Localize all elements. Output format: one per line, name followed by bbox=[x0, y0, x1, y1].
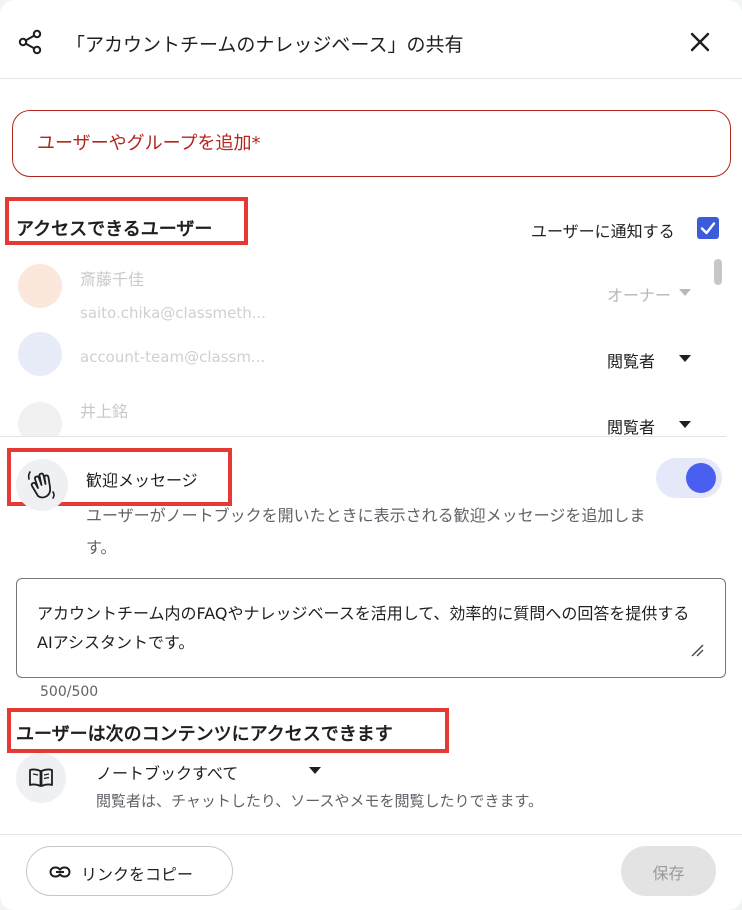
role-select-owner: オーナー bbox=[607, 286, 672, 305]
user-email: saito.chika@classmeth... bbox=[80, 304, 267, 322]
role-select-viewer[interactable]: 閲覧者 bbox=[607, 414, 655, 436]
add-users-field[interactable] bbox=[12, 110, 731, 177]
book-icon-container bbox=[16, 753, 66, 803]
resize-handle-icon[interactable] bbox=[690, 643, 704, 657]
welcome-message-textarea[interactable]: アカウントチーム内のFAQやナレッジベースを活用して、効率的に質問への回答を提供… bbox=[16, 578, 726, 678]
content-access-description: 閲覧者は、チャットしたり、ソースやメモを閲覧したりできます。 bbox=[96, 792, 544, 810]
scrollbar-thumb[interactable] bbox=[714, 259, 722, 285]
toggle-knob[interactable] bbox=[686, 463, 716, 493]
add-users-input[interactable] bbox=[37, 133, 730, 154]
avatar bbox=[18, 264, 62, 308]
notebook-scope-select[interactable]: ノートブックすべて bbox=[96, 760, 238, 784]
notify-users-checkbox[interactable] bbox=[697, 217, 719, 239]
character-counter: 500/500 bbox=[40, 684, 99, 700]
dialog-header: 「アカウントチームのナレッジベース」の共有 bbox=[0, 0, 742, 79]
welcome-message-description: ユーザーがノートブックを開いたときに表示される歓迎メッセージを追加します。 bbox=[86, 506, 646, 557]
user-name: 斎藤千佳 bbox=[80, 270, 145, 289]
chevron-down-icon bbox=[679, 289, 691, 296]
welcome-message-label: 歓迎メッセージ bbox=[86, 471, 198, 490]
user-list[interactable]: 斎藤千佳 saito.chika@classmeth... オーナー accou… bbox=[0, 252, 726, 437]
check-icon bbox=[700, 222, 716, 235]
avatar bbox=[18, 402, 62, 436]
copy-link-label: リンクをコピー bbox=[81, 865, 194, 884]
role-select-viewer[interactable]: 閲覧者 bbox=[607, 348, 655, 372]
link-icon bbox=[49, 866, 71, 878]
access-heading: アクセスできるユーザー bbox=[16, 219, 213, 240]
save-label: 保存 bbox=[652, 864, 685, 883]
avatar bbox=[18, 332, 62, 376]
dialog-title: 「アカウントチームのナレッジベース」の共有 bbox=[66, 34, 464, 56]
book-icon bbox=[29, 768, 53, 787]
close-icon[interactable] bbox=[686, 28, 714, 56]
share-icon bbox=[18, 29, 42, 55]
chevron-down-icon[interactable] bbox=[679, 421, 691, 428]
user-name: 井上銘 bbox=[80, 402, 129, 421]
notify-users-label: ユーザーに通知する bbox=[531, 222, 675, 241]
wave-icon-container bbox=[16, 459, 68, 511]
share-dialog: 「アカウントチームのナレッジベース」の共有 アクセスできるユーザー ユーザーに通… bbox=[0, 0, 742, 910]
footer-divider bbox=[0, 834, 742, 835]
copy-link-button[interactable]: リンクをコピー bbox=[26, 846, 233, 896]
save-button[interactable]: 保存 bbox=[621, 846, 716, 896]
chevron-down-icon[interactable] bbox=[309, 767, 321, 774]
user-email: account-team@classm... bbox=[80, 348, 266, 366]
content-access-heading: ユーザーは次のコンテンツにアクセスできます bbox=[16, 724, 393, 745]
chevron-down-icon[interactable] bbox=[679, 355, 691, 362]
wave-icon bbox=[27, 471, 55, 499]
